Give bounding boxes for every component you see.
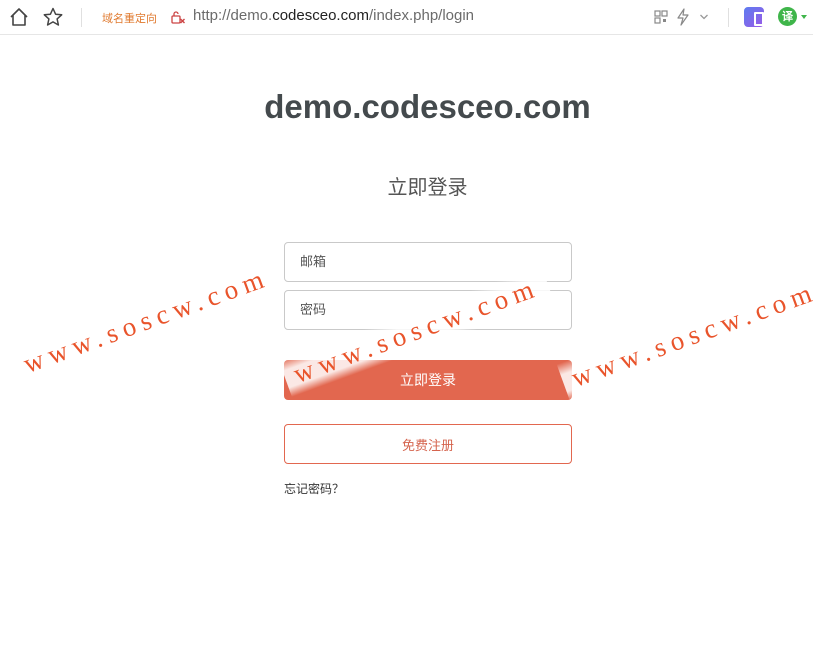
redirect-tag[interactable]: 域名重定向 — [102, 10, 157, 26]
home-icon[interactable] — [8, 6, 30, 28]
toolbar-divider — [81, 8, 82, 27]
email-field[interactable] — [284, 242, 572, 282]
browser-toolbar: 域名重定向 http://demo.codesceo.com/index.php… — [0, 0, 813, 35]
watermark: www.soscw.com — [556, 268, 813, 401]
login-heading: 立即登录 — [387, 175, 468, 199]
lightning-icon[interactable] — [676, 8, 690, 26]
forgot-password-link[interactable]: 忘记密码？ — [284, 480, 344, 497]
insecure-lock-icon[interactable] — [170, 9, 186, 25]
qr-code-icon[interactable] — [654, 10, 668, 24]
url-path: /index.php/login — [368, 7, 475, 24]
url-host: codesceo.com — [272, 7, 369, 24]
url-prefix: http://demo. — [193, 7, 273, 24]
login-button[interactable]: 立即登录 — [284, 360, 572, 400]
extension-icon[interactable] — [744, 7, 764, 27]
site-title: demo.codesceo.com — [264, 88, 591, 125]
password-field[interactable] — [284, 290, 572, 330]
chevron-down-icon[interactable] — [699, 12, 709, 22]
bookmark-star-icon[interactable] — [42, 6, 64, 28]
address-bar[interactable]: http://demo.codesceo.com/index.php/login — [193, 7, 474, 24]
translate-icon[interactable]: 译 — [778, 7, 797, 26]
register-button[interactable]: 免费注册 — [284, 424, 572, 464]
watermark: www.soscw.com — [8, 254, 285, 387]
translate-caret-icon[interactable] — [801, 15, 807, 19]
toolbar-divider — [728, 8, 729, 27]
